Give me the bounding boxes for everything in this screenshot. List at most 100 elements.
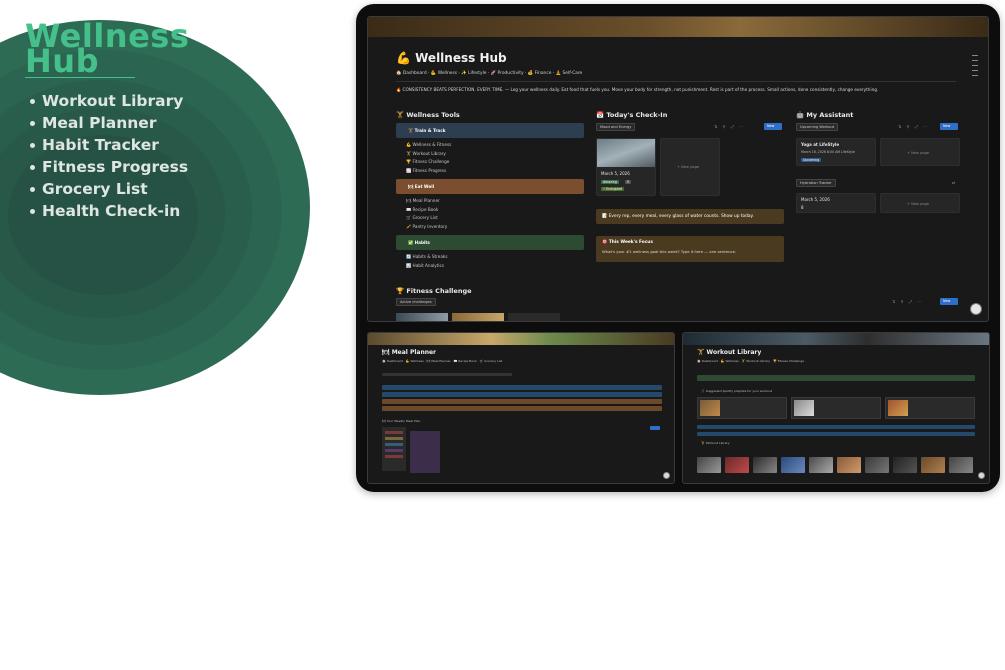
meal-planner-screen[interactable]: 🍽 Meal Planner 🏠 Dashboard · 💪 Wellness … xyxy=(367,332,675,484)
workout-library-screen[interactable]: 🏋 Workout Library 🏠 Dashboard · 💪 Wellne… xyxy=(682,332,990,484)
meal-list xyxy=(382,427,406,471)
new-button[interactable]: New xyxy=(940,298,958,305)
challenge-card-image[interactable] xyxy=(452,313,504,321)
scroll-to-top-icon[interactable] xyxy=(663,472,670,479)
menu-icon[interactable]: ⇄ xyxy=(952,180,957,185)
challenge-toolbar: Active challenges ⇅ ⚲ ⤢ ⋯ New xyxy=(396,298,962,306)
info-bar xyxy=(697,432,975,436)
scroll-to-top-icon[interactable] xyxy=(978,472,985,479)
page-title: 🏋 Workout Library xyxy=(697,349,762,356)
new-button[interactable] xyxy=(650,426,660,430)
recipe-row[interactable] xyxy=(382,385,662,390)
promo-stage: Wellness Hub Workout Library Meal Planne… xyxy=(0,0,1005,670)
focus-title: 🎯 This Week's Focus xyxy=(602,240,653,245)
nav-link[interactable]: 📊 Habit Analytics xyxy=(406,262,448,271)
main-dashboard-screen[interactable]: 💪 Wellness Hub 🏠 Dashboard · 💪 Wellness … xyxy=(367,16,989,322)
hydration-card[interactable]: March 5, 2026 8 xyxy=(796,193,876,213)
page-cover xyxy=(683,333,989,345)
nav-link[interactable]: 🥕 Pantry Inventory xyxy=(406,223,447,232)
view-options-icon[interactable]: ⇅ ⚲ ⤢ ⋯ xyxy=(892,299,923,304)
nav-link[interactable]: 🔄 Habits & Streaks xyxy=(406,253,448,262)
assistant-toolbar: Upcoming Workout ⇅ ⚲ ⤢ ⋯ New xyxy=(796,123,962,131)
card-title: Yoga at LifeStyle xyxy=(801,142,840,147)
eat-well-block[interactable]: 🍽 Eat Well xyxy=(396,179,584,194)
view-options-icon[interactable]: ⇅ ⚲ ⤢ ⋯ xyxy=(898,124,929,129)
library-heading: 🏋 Workout Library xyxy=(701,441,730,445)
habits-links: 🔄 Habits & Streaks 📊 Habit Analytics xyxy=(406,253,448,270)
help-icon[interactable] xyxy=(970,303,982,315)
tab-active-challenges[interactable]: Active challenges xyxy=(396,298,436,306)
breadcrumb[interactable]: 🏠 Dashboard · 💪 Wellness · ✨ Lifestyle ·… xyxy=(396,71,582,76)
feature-item: Fitness Progress xyxy=(30,156,188,178)
quote-text: 🔥 CONSISTENCY BEATS PERFECTION. EVERY. T… xyxy=(396,87,879,92)
new-page-label: + New page xyxy=(907,202,930,206)
bullet-icon xyxy=(30,187,35,192)
page-title: 🍽 Meal Planner xyxy=(382,349,437,356)
challenge-card-image[interactable] xyxy=(508,313,560,321)
feature-list: Workout Library Meal Planner Habit Track… xyxy=(30,90,188,222)
focus-callout: 🎯 This Week's Focus What's your #1 welln… xyxy=(596,236,784,262)
tab-hydration[interactable]: Hydration Tracker xyxy=(796,179,836,187)
status-badge: Upcoming xyxy=(801,158,822,162)
new-page-card[interactable]: + New page xyxy=(660,138,720,196)
workout-thumbnail[interactable] xyxy=(893,457,917,473)
nav-link[interactable]: 📖 Recipe Book xyxy=(406,206,447,215)
recipe-row[interactable] xyxy=(382,406,662,411)
train-links: 💪 Wellness & Fitness 🏋 Workout Library 🏆… xyxy=(406,141,451,175)
challenge-card-image[interactable] xyxy=(396,313,448,321)
nav-link[interactable]: 🏆 Fitness Challenge xyxy=(406,158,451,167)
playlist-embed[interactable] xyxy=(791,397,881,419)
page-cover xyxy=(368,17,988,37)
feature-item: Health Check-in xyxy=(30,200,188,222)
nav-link[interactable]: 🏋 Workout Library xyxy=(406,150,451,159)
train-track-block[interactable]: 🏋 Train & Track xyxy=(396,123,584,138)
info-bar xyxy=(697,425,975,429)
nav-link[interactable]: 📈 Fitness Progress xyxy=(406,167,451,176)
nav-link[interactable]: 💪 Wellness & Fitness xyxy=(406,141,451,150)
meal-day-column[interactable] xyxy=(410,431,440,473)
view-options-icon[interactable]: ⇅ ⚲ ⤢ ⋯ xyxy=(714,124,745,129)
bullet-icon xyxy=(30,121,35,126)
feature-item: Grocery List xyxy=(30,178,188,200)
new-page-card[interactable]: + New page xyxy=(880,138,960,166)
motivation-callout: 📝 Every rep, every meal, every glass of … xyxy=(596,209,784,224)
breadcrumb[interactable]: 🏠 Dashboard · 💪 Wellness · 🏋 Workout Lib… xyxy=(697,359,804,363)
tab-mood-energy[interactable]: Mood and Energy xyxy=(596,123,636,131)
workout-thumbnail[interactable] xyxy=(949,457,973,473)
card-date: March 5, 2026 xyxy=(801,197,830,202)
nav-link[interactable]: 🍽 Meal Planner xyxy=(406,197,447,206)
card-date: March 5, 2026 xyxy=(601,171,630,176)
hydration-toolbar: Hydration Tracker ⇄ xyxy=(796,179,962,187)
breadcrumb[interactable]: 🏠 Dashboard · 💪 Wellness · 🍽 Meal Planne… xyxy=(382,359,502,363)
workout-thumbnail[interactable] xyxy=(837,457,861,473)
tab-upcoming-workout[interactable]: Upcoming Workout xyxy=(796,123,839,131)
bullet-icon xyxy=(30,209,35,214)
playlist-embed[interactable] xyxy=(697,397,787,419)
habits-block[interactable]: ✅ Habits xyxy=(396,235,584,250)
recipe-row[interactable] xyxy=(382,399,662,404)
new-page-card[interactable]: + New page xyxy=(880,193,960,213)
page-cover xyxy=(368,333,674,345)
workout-thumbnail[interactable] xyxy=(781,457,805,473)
eat-links: 🍽 Meal Planner 📖 Recipe Book 🛒 Grocery L… xyxy=(406,197,447,231)
recipe-row[interactable] xyxy=(382,392,662,397)
new-button[interactable]: New xyxy=(764,123,782,130)
nav-link[interactable]: 🛒 Grocery List xyxy=(406,214,447,223)
playlist-embed[interactable] xyxy=(885,397,975,419)
card-image xyxy=(597,139,655,167)
workout-card[interactable]: Yoga at LifeStyle March 16, 2026 8:00 AM… xyxy=(796,138,876,166)
table-of-contents-icon[interactable] xyxy=(972,55,978,80)
workout-thumbnail[interactable] xyxy=(753,457,777,473)
workout-thumbnail[interactable] xyxy=(921,457,945,473)
workout-thumbnail[interactable] xyxy=(725,457,749,473)
brand-underline xyxy=(25,77,135,78)
checkin-card[interactable]: March 5, 2026 Amazing 5 ⚡ Energized xyxy=(596,138,656,196)
workout-thumbnail[interactable] xyxy=(697,457,721,473)
workout-thumbnail[interactable] xyxy=(809,457,833,473)
card-value: 8 xyxy=(801,205,804,210)
feature-item: Workout Library xyxy=(30,90,188,112)
new-button[interactable]: New xyxy=(940,123,958,130)
new-page-label: + New page xyxy=(677,165,700,169)
focus-text[interactable]: What's your #1 wellness goal this week? … xyxy=(602,249,784,254)
workout-thumbnail[interactable] xyxy=(865,457,889,473)
